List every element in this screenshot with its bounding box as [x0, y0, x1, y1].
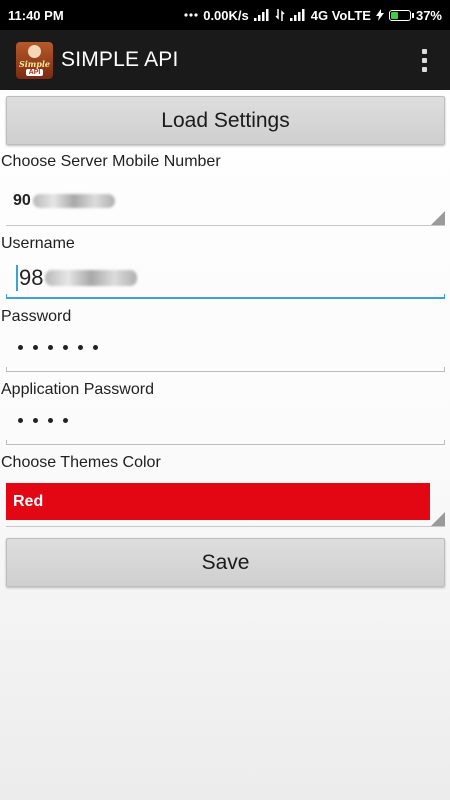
status-bar: 11:40 PM 0.00K/s 4G VoLTE 37% — [0, 0, 450, 30]
theme-color-value: Red — [6, 483, 430, 520]
password-dots — [18, 345, 98, 350]
battery-icon — [388, 9, 414, 21]
password-dot — [93, 345, 98, 350]
password-dot — [78, 345, 83, 350]
app-logo: Simple API — [16, 41, 53, 79]
network-speed: 0.00K/s — [203, 7, 249, 23]
server-number-spinner[interactable]: 90 — [6, 181, 445, 226]
status-time: 11:40 PM — [8, 7, 64, 23]
load-settings-button[interactable]: Load Settings — [6, 96, 445, 145]
password-dot — [33, 418, 38, 423]
more-dots-icon — [184, 12, 198, 18]
data-transfer-icon — [275, 9, 285, 21]
password-dot — [63, 418, 68, 423]
overflow-menu-icon[interactable] — [414, 40, 434, 80]
theme-color-label: Choose Themes Color — [1, 454, 161, 471]
password-label: Password — [1, 308, 72, 325]
password-dot — [48, 418, 53, 423]
password-dot — [18, 345, 23, 350]
server-number-label: Choose Server Mobile Number — [1, 153, 221, 170]
battery-percent: 37% — [415, 7, 442, 23]
password-dot — [63, 345, 68, 350]
dropdown-arrow-icon — [431, 512, 445, 526]
server-number-value: 90 — [13, 192, 115, 210]
app-password-label: Application Password — [1, 381, 154, 398]
app-password-dots — [18, 418, 68, 423]
redacted-blur — [45, 270, 138, 286]
dropdown-arrow-icon — [431, 211, 445, 225]
app-title: SIMPLE API — [61, 48, 179, 71]
password-dot — [48, 345, 53, 350]
app-bar: Simple API SIMPLE API — [0, 30, 450, 90]
password-dot — [33, 345, 38, 350]
signal-icon-2 — [289, 9, 306, 21]
theme-color-spinner[interactable]: Red — [6, 483, 445, 527]
username-field[interactable]: 98 — [6, 259, 445, 299]
redacted-blur — [32, 193, 115, 208]
password-dot — [18, 418, 23, 423]
app-password-field[interactable] — [6, 405, 445, 445]
charging-icon — [375, 9, 384, 21]
save-button[interactable]: Save — [6, 538, 445, 587]
password-field[interactable] — [6, 332, 445, 372]
network-type: 4G VoLTE — [310, 7, 371, 23]
signal-icon — [253, 9, 270, 21]
text-cursor — [16, 265, 18, 291]
username-label: Username — [1, 235, 75, 252]
